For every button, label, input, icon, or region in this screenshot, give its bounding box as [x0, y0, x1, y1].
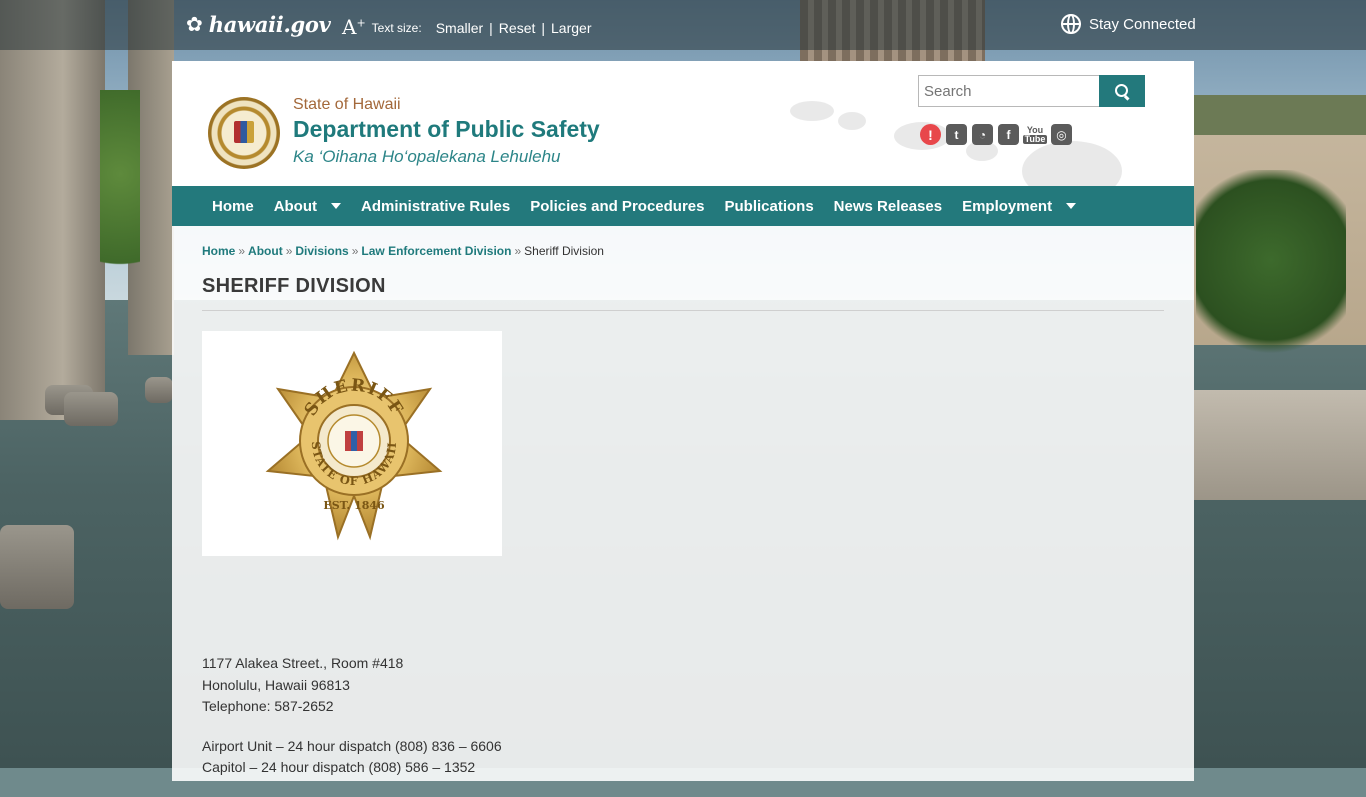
top-bar: ✿ hawaii.gov A+ Text size: Smaller | Res…: [0, 0, 1366, 50]
text-larger-link[interactable]: Larger: [551, 20, 591, 36]
breadcrumb-separator: »: [514, 244, 522, 258]
sheriff-star-badge: SHERIFF STATE OF HAWAII EST. 1846: [265, 350, 443, 541]
breadcrumb-law-enforcement[interactable]: Law Enforcement Division: [361, 244, 511, 258]
address-line: 1177 Alakea Street., Room #418: [202, 655, 404, 671]
breadcrumb-separator: »: [351, 244, 359, 258]
breadcrumb-home[interactable]: Home: [202, 244, 235, 258]
hibiscus-icon: ✿: [186, 13, 203, 36]
search-input[interactable]: [918, 75, 1099, 107]
rss-icon[interactable]: ◔: [972, 124, 993, 145]
caret-down-icon: [331, 203, 342, 209]
site-header: State of Hawaii Department of Public Saf…: [172, 61, 1194, 186]
title-divider: [202, 310, 1164, 311]
address-line: Honolulu, Hawaii 96813: [202, 676, 350, 693]
department-name[interactable]: Department of Public Safety: [293, 116, 600, 143]
nav-publications[interactable]: Publications: [714, 198, 823, 215]
youtube-icon[interactable]: You Tube: [1022, 124, 1048, 145]
nav-label: Policies and Procedures: [530, 197, 705, 215]
nav-label: About: [273, 197, 318, 215]
text-size-control: A+ Text size: Smaller | Reset | Larger: [342, 15, 591, 40]
hawaii-gov-logo[interactable]: ✿ hawaii.gov: [186, 12, 331, 37]
social-links: ! t ◔ f You Tube ◎: [920, 124, 1072, 145]
text-smaller-link[interactable]: Smaller: [436, 20, 483, 36]
contact-info: 1177 Alakea Street., Room #418 Honolulu,…: [202, 653, 502, 797]
nav-administrative-rules[interactable]: Administrative Rules: [351, 198, 520, 215]
breadcrumb-about[interactable]: About: [248, 244, 283, 258]
breadcrumb-separator: »: [285, 244, 293, 258]
hawaiian-name: Ka ‘Oihana Ho‘opalekana Lehulehu: [293, 147, 561, 166]
nav-employment[interactable]: Employment: [952, 198, 1086, 215]
breadcrumb-separator: »: [238, 244, 246, 258]
text-size-separator: |: [541, 20, 546, 36]
nav-about[interactable]: About: [264, 198, 351, 215]
badge-est-text: EST. 1846: [323, 499, 385, 512]
facebook-icon[interactable]: f: [998, 124, 1019, 145]
text-size-icon: A+: [342, 15, 366, 39]
nav-home[interactable]: Home: [202, 198, 264, 215]
address-block: 1177 Alakea Street., Room #418 Honolulu,…: [202, 653, 502, 718]
nav-label: Home: [212, 197, 254, 215]
caret-down-icon: [1066, 203, 1077, 209]
stay-connected-label: Stay Connected: [1089, 15, 1196, 33]
search-button[interactable]: [1099, 75, 1145, 107]
breadcrumb: Home» About» Divisions» Law Enforcement Div…: [202, 244, 604, 258]
telephone-line: Telephone: 587-2652: [202, 698, 334, 714]
nav-label: Administrative Rules: [361, 197, 511, 215]
breadcrumb-divisions[interactable]: Divisions: [295, 244, 348, 258]
nav-policies-and-procedures[interactable]: Policies and Procedures: [520, 198, 714, 215]
text-size-separator: |: [489, 20, 493, 36]
content-card: State of Hawaii Department of Public Saf…: [172, 61, 1194, 781]
text-size-label: Text size:: [371, 21, 422, 35]
search-form: [918, 75, 1145, 107]
page-title: SHERIFF DIVISION: [202, 275, 386, 297]
state-seal-logo[interactable]: [208, 97, 280, 169]
nav-label: Publications: [724, 197, 814, 215]
nav-label: Employment: [962, 197, 1053, 215]
portal-name: hawaii.gov: [208, 12, 331, 37]
twitter-icon[interactable]: t: [946, 124, 967, 145]
dispatch-line: Airport Unit – 24 hour dispatch (808) 83…: [202, 737, 502, 754]
sheriff-badge-image: SHERIFF STATE OF HAWAII EST. 1846: [202, 331, 502, 556]
search-icon: [1115, 84, 1128, 97]
instagram-icon[interactable]: ◎: [1051, 124, 1072, 145]
stay-connected-link[interactable]: Stay Connected: [1061, 14, 1196, 34]
nav-news-releases[interactable]: News Releases: [824, 198, 952, 215]
breadcrumb-current: Sheriff Division: [524, 244, 604, 258]
globe-icon: [1061, 14, 1081, 34]
dispatch-block: Airport Unit – 24 hour dispatch (808) 83…: [202, 736, 502, 779]
alert-icon[interactable]: !: [920, 124, 941, 145]
state-name: State of Hawaii: [293, 96, 401, 113]
nav-label: News Releases: [833, 197, 943, 215]
main-nav: Home About Administrative Rules Policies…: [172, 186, 1194, 226]
dispatch-line: Capitol – 24 hour dispatch (808) 586 – 1…: [202, 759, 476, 775]
text-reset-link[interactable]: Reset: [499, 20, 536, 36]
